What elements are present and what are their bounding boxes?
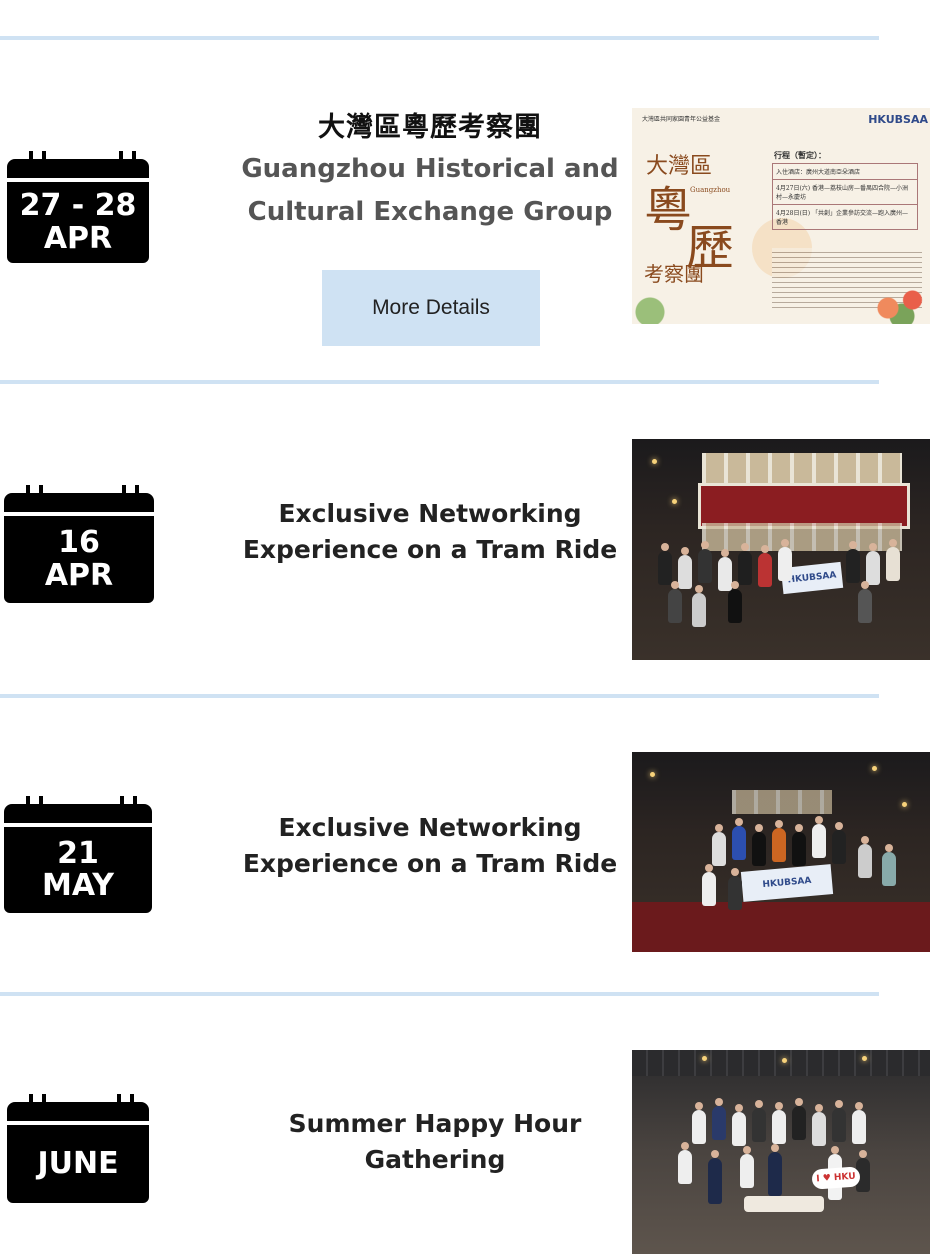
poster-org-text: 大灣區共同家園青年公益基金 (642, 116, 721, 123)
event-title-line1: Exclusive Networking (278, 813, 582, 842)
tram-top-deck-photo[interactable]: HKUBSAA (632, 752, 930, 952)
poster-big-text-4: 考察團 (644, 262, 704, 286)
event-title-chinese: 大灣區粵歷考察團 (318, 112, 542, 143)
event-title-line1: Exclusive Networking (278, 499, 582, 528)
calendar-icon: 27 - 28 APR (7, 151, 149, 263)
poster-schedule-table: 入住酒店：廣州大道南亞朵酒店 4月27日(六) 香港—荔枝山房—番禺四合院—小洲… (772, 163, 918, 230)
event-title-english-line1: Guangzhou Historical and (241, 154, 619, 184)
event-title-english-line2: Cultural Exchange Group (247, 197, 613, 227)
event-title-line2: Gathering (364, 1145, 506, 1174)
event-title: 大灣區粵歷考察團 Guangzhou Historical and Cultur… (240, 108, 620, 234)
poster-row: 4月27日(六) 香港—荔枝山房—番禺四合院—小洲村—永慶坊 (772, 179, 918, 205)
event-title-line2: Experience on a Tram Ride (242, 535, 618, 564)
event-date-month: APR (43, 220, 113, 256)
event-title: Exclusive Networking Experience on a Tra… (240, 810, 620, 882)
event-title-line1: Summer Happy Hour (288, 1109, 582, 1138)
happy-hour-photo[interactable]: I ♥ HKU (632, 1050, 930, 1254)
event-date-day: 21 (57, 835, 99, 871)
event-poster-image[interactable]: 大灣區共同家園青年公益基金 HKUBSAA 大灣區 粵 歷 考察團 Guangz… (632, 108, 930, 324)
event-title-line2: Experience on a Tram Ride (242, 849, 618, 878)
poster-row: 入住酒店：廣州大道南亞朵酒店 (772, 163, 918, 180)
event-title: Exclusive Networking Experience on a Tra… (240, 496, 620, 568)
poster-big-text-2: 粵 (644, 182, 693, 238)
calendar-icon: JUNE (7, 1094, 149, 1203)
group-banner: HKUBSAA (740, 864, 834, 902)
event-summer-happy-hour: JUNE Summer Happy Hour Gathering I ♥ HKU (0, 996, 930, 1258)
poster-row: 4月28日(日) 「共創」企業參訪交流—跑入廣州—香港 (772, 204, 918, 230)
event-date-day: 16 (58, 525, 100, 561)
event-title: Summer Happy Hour Gathering (245, 1106, 625, 1178)
more-details-button[interactable]: More Details (322, 270, 540, 346)
poster-side-word: Guangzhou (690, 186, 731, 194)
event-tram-ride-april: 16 APR Exclusive Networking Experience o… (0, 384, 930, 694)
event-date-month: MAY (42, 868, 114, 903)
event-date-month: JUNE (37, 1145, 119, 1181)
event-guangzhou: 27 - 28 APR 大灣區粵歷考察團 Guangzhou Historica… (0, 0, 930, 380)
event-date-day: 27 - 28 (19, 188, 137, 224)
tram-group-photo[interactable]: HKUBSAA (632, 439, 930, 660)
poster-schedule-heading: 行程（暫定）： (774, 150, 826, 160)
event-tram-ride-may: 21 MAY Exclusive Networking Experience o… (0, 698, 930, 992)
calendar-icon: 21 MAY (4, 796, 152, 913)
hku-sign: I ♥ HKU (811, 1166, 861, 1190)
poster-logo: HKUBSAA (868, 113, 928, 126)
calendar-icon: 16 APR (4, 485, 154, 603)
event-date-month: APR (44, 557, 114, 593)
